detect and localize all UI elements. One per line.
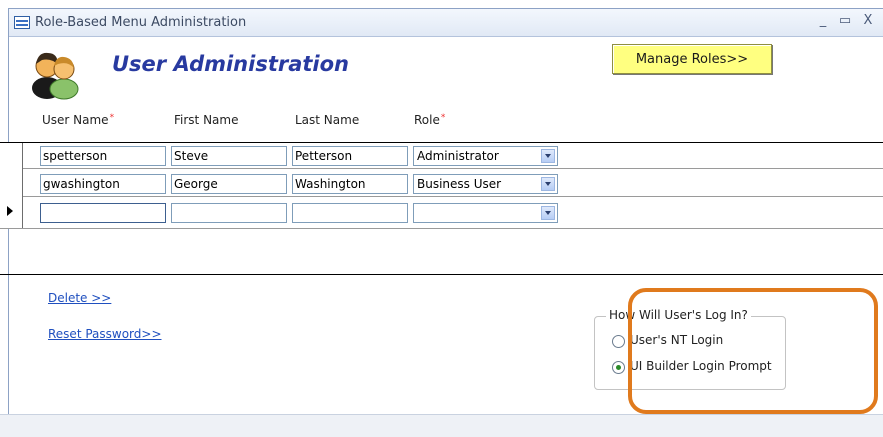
ui-builder-login-radio[interactable] (612, 361, 625, 374)
page-title: User Administration (112, 52, 350, 76)
user-name-field[interactable]: spetterson (40, 146, 166, 166)
column-header-role: Role* (414, 113, 446, 127)
user-name-field[interactable]: gwashington (40, 174, 166, 194)
user-name-field[interactable] (40, 203, 166, 223)
section-divider (0, 274, 883, 275)
highlight-annotation (628, 288, 878, 414)
form-footer (0, 414, 883, 437)
users-icon (32, 52, 79, 100)
reset-password-link[interactable]: Reset Password>> (48, 327, 162, 341)
role-value: Administrator (417, 149, 499, 163)
role-select[interactable]: Administrator (413, 146, 558, 166)
chevron-down-icon[interactable] (541, 149, 555, 163)
nt-login-radio[interactable] (612, 335, 625, 348)
chevron-down-icon[interactable] (541, 177, 555, 191)
form-icon (14, 16, 30, 29)
column-header-first-name: First Name (174, 113, 239, 127)
first-name-field[interactable] (171, 203, 287, 223)
role-select[interactable] (413, 203, 558, 223)
last-name-field[interactable] (292, 203, 408, 223)
grid-divider (0, 196, 883, 197)
grid-divider (0, 142, 883, 143)
column-header-last-name: Last Name (295, 113, 360, 127)
role-value: Business User (417, 177, 502, 191)
last-name-field[interactable]: Washington (292, 174, 408, 194)
first-name-field[interactable]: George (171, 174, 287, 194)
close-button[interactable]: X (860, 13, 876, 28)
maximize-button[interactable]: ▭ (837, 13, 853, 28)
current-record-arrow-icon (7, 206, 13, 216)
column-header-user-name: User Name* (42, 113, 115, 127)
grid-divider (0, 168, 883, 169)
first-name-field[interactable]: Steve (171, 146, 287, 166)
manage-roles-button[interactable]: Manage Roles>> (612, 44, 772, 74)
grid-divider (0, 228, 883, 229)
last-name-field[interactable]: Petterson (292, 146, 408, 166)
minimize-button[interactable]: _ (815, 13, 831, 28)
chevron-down-icon[interactable] (541, 206, 555, 220)
title-bar: Role-Based Menu Administration _ ▭ X (9, 9, 883, 37)
window-title: Role-Based Menu Administration (35, 15, 247, 30)
role-select[interactable]: Business User (413, 174, 558, 194)
delete-link[interactable]: Delete >> (48, 291, 111, 305)
